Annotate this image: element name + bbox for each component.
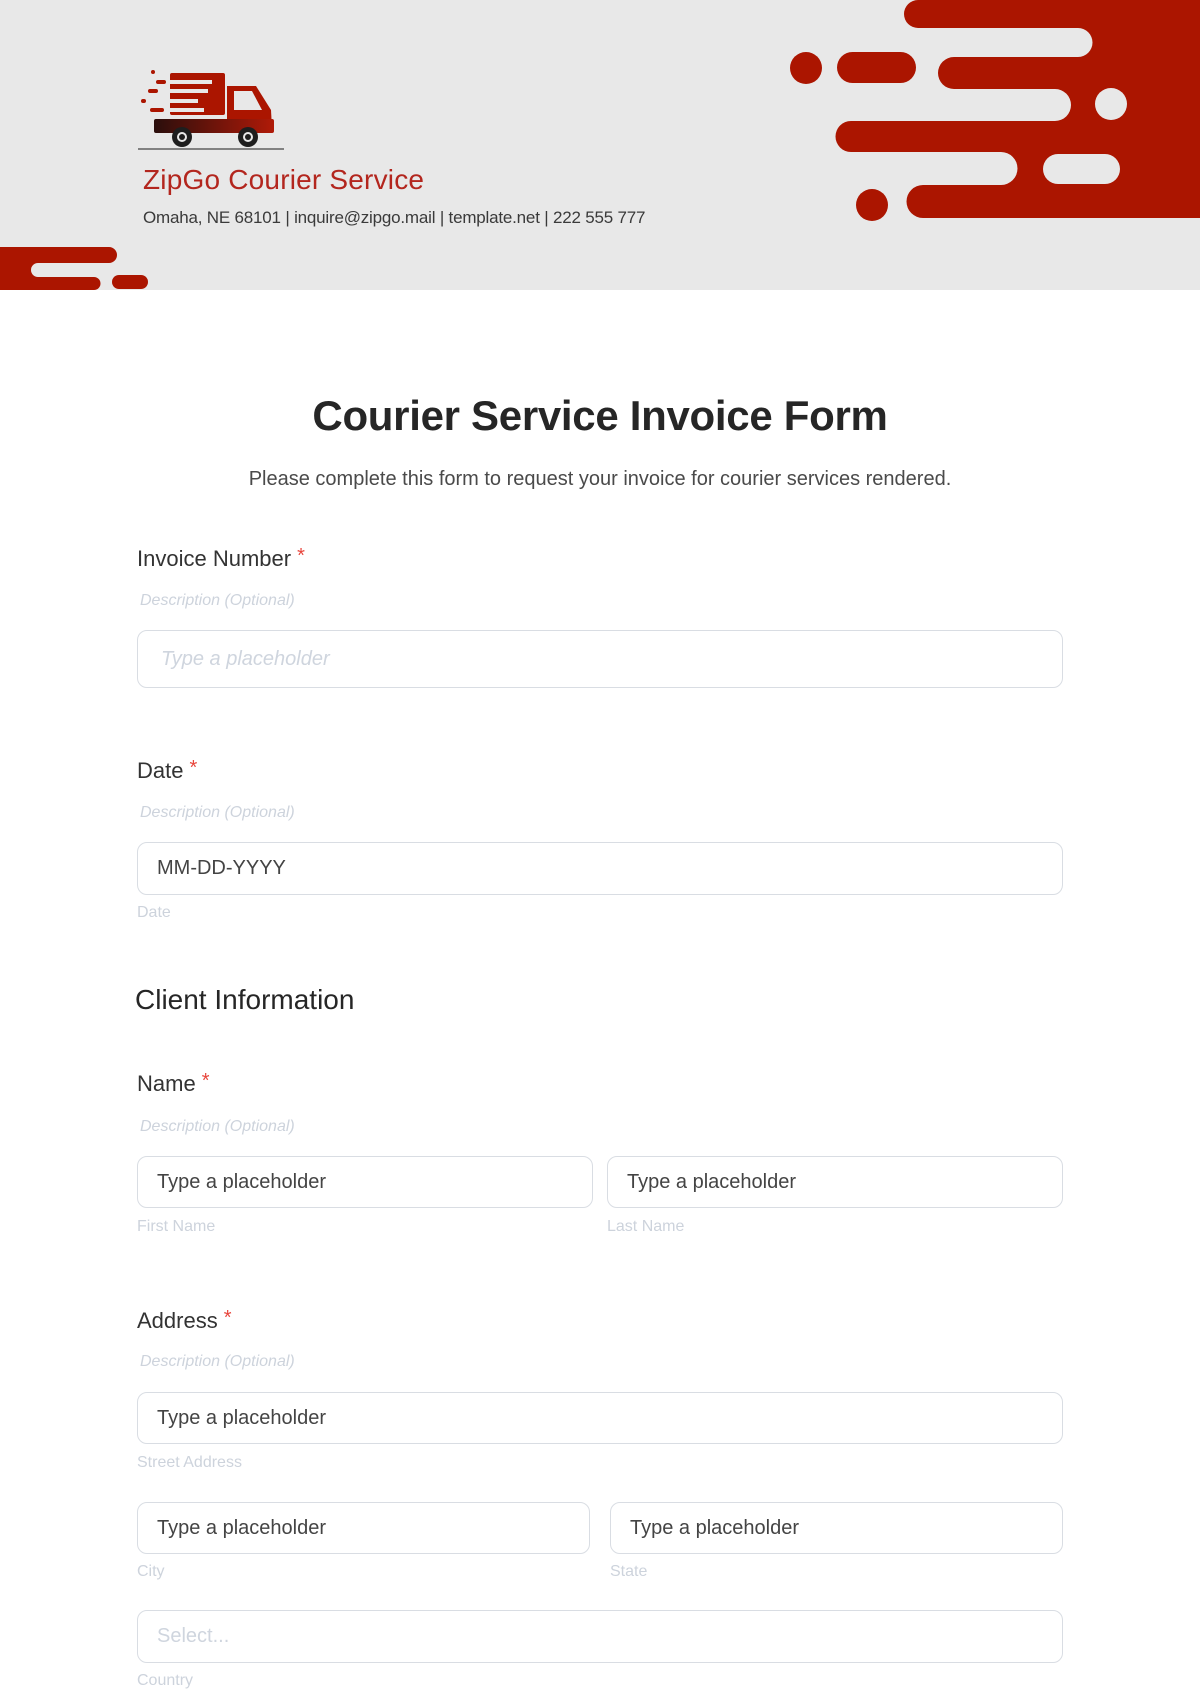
delivery-truck-icon (138, 70, 284, 150)
street-address-sublabel: Street Address (137, 1454, 242, 1471)
invoice-number-input[interactable]: Type a placeholder (137, 630, 1063, 688)
invoice-number-label-text: Invoice Number (137, 546, 292, 571)
speed-dot (856, 189, 888, 221)
first-name-input[interactable]: Type a placeholder (137, 1156, 593, 1208)
last-name-sublabel: Last Name (607, 1218, 685, 1235)
section-title-client-information: Client Information (135, 984, 355, 1015)
speed-dot (790, 52, 822, 84)
first-name-placeholder: Type a placeholder (157, 1170, 327, 1193)
last-name-placeholder: Type a placeholder (627, 1170, 797, 1193)
first-name-sublabel: First Name (137, 1218, 216, 1235)
speed-hole (1095, 88, 1127, 120)
city-sublabel: City (137, 1563, 165, 1580)
date-sublabel: Date (137, 904, 171, 921)
speed-block-right (835, 0, 1200, 218)
required-marker: * (189, 757, 198, 779)
date-label: Date * (137, 757, 198, 784)
company-name: ZipGo Courier Service (143, 164, 425, 195)
required-marker: * (223, 1307, 232, 1329)
date-description: Description (Optional) (140, 804, 295, 821)
date-placeholder: MM-DD-YYYY (157, 857, 286, 879)
form-subtitle: Please complete this form to request you… (248, 468, 952, 490)
street-address-placeholder: Type a placeholder (157, 1406, 327, 1429)
date-label-text: Date (137, 758, 184, 783)
speed-pill (837, 52, 916, 83)
speed-block-left (0, 247, 117, 290)
address-description: Description (Optional) (140, 1353, 295, 1370)
name-label: Name * (137, 1070, 210, 1097)
speed-pill (112, 275, 148, 289)
city-placeholder: Type a placeholder (157, 1516, 327, 1539)
state-input[interactable]: Type a placeholder (610, 1502, 1063, 1554)
street-address-input[interactable]: Type a placeholder (137, 1392, 1063, 1444)
company-contact-info: Omaha, NE 68101 | inquire@zipgo.mail | t… (143, 208, 646, 227)
city-input[interactable]: Type a placeholder (137, 1502, 590, 1554)
address-label: Address * (137, 1307, 232, 1334)
speed-hole-pill (1043, 154, 1120, 184)
name-description: Description (Optional) (140, 1118, 295, 1135)
invoice-number-description: Description (Optional) (140, 592, 295, 609)
country-sublabel: Country (137, 1672, 194, 1689)
invoice-number-placeholder: Type a placeholder (161, 647, 330, 670)
required-marker: * (201, 1070, 210, 1092)
invoice-number-label: Invoice Number * (137, 545, 305, 572)
country-select-placeholder: Select... (157, 1625, 230, 1647)
state-placeholder: Type a placeholder (630, 1516, 800, 1539)
name-label-text: Name (137, 1071, 196, 1096)
state-sublabel: State (610, 1563, 648, 1580)
header-banner: ZipGo Courier Service Omaha, NE 68101 | … (0, 0, 1200, 290)
form-title: Courier Service Invoice Form (312, 392, 888, 439)
required-marker: * (297, 545, 305, 567)
address-label-text: Address (137, 1308, 218, 1333)
country-select[interactable]: Select... (137, 1610, 1063, 1663)
date-input[interactable]: MM-DD-YYYY (137, 842, 1063, 895)
last-name-input[interactable]: Type a placeholder (607, 1156, 1063, 1208)
